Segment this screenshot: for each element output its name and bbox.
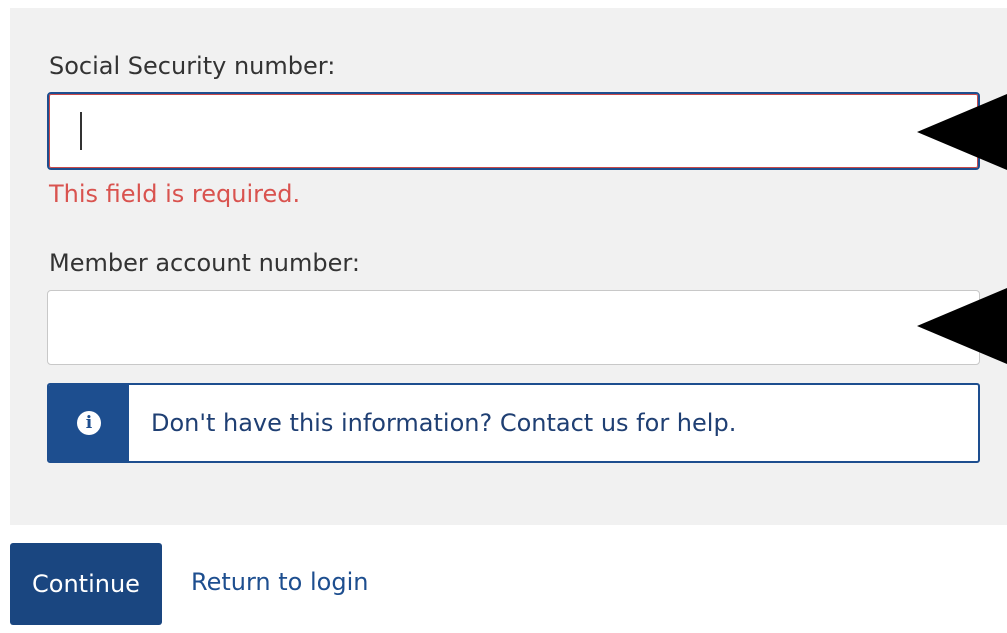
continue-button[interactable]: Continue <box>10 543 162 625</box>
ssn-input[interactable] <box>47 92 980 170</box>
member-account-label: Member account number: <box>49 249 360 277</box>
help-info-text: Don't have this information? Contact us … <box>151 409 737 437</box>
member-account-input[interactable] <box>47 290 980 365</box>
account-lookup-page: Social Security number: This field is re… <box>0 0 1007 633</box>
ssn-label: Social Security number: <box>49 52 336 80</box>
info-strip: i <box>49 385 129 461</box>
text-cursor <box>80 112 82 150</box>
return-to-login-link[interactable]: Return to login <box>191 568 368 596</box>
annotation-arrow-ssn <box>917 94 1007 170</box>
info-icon: i <box>77 411 101 435</box>
ssn-error-message: This field is required. <box>49 180 301 208</box>
annotation-arrow-member <box>917 288 1007 364</box>
help-info-box: i Don't have this information? Contact u… <box>47 383 980 463</box>
